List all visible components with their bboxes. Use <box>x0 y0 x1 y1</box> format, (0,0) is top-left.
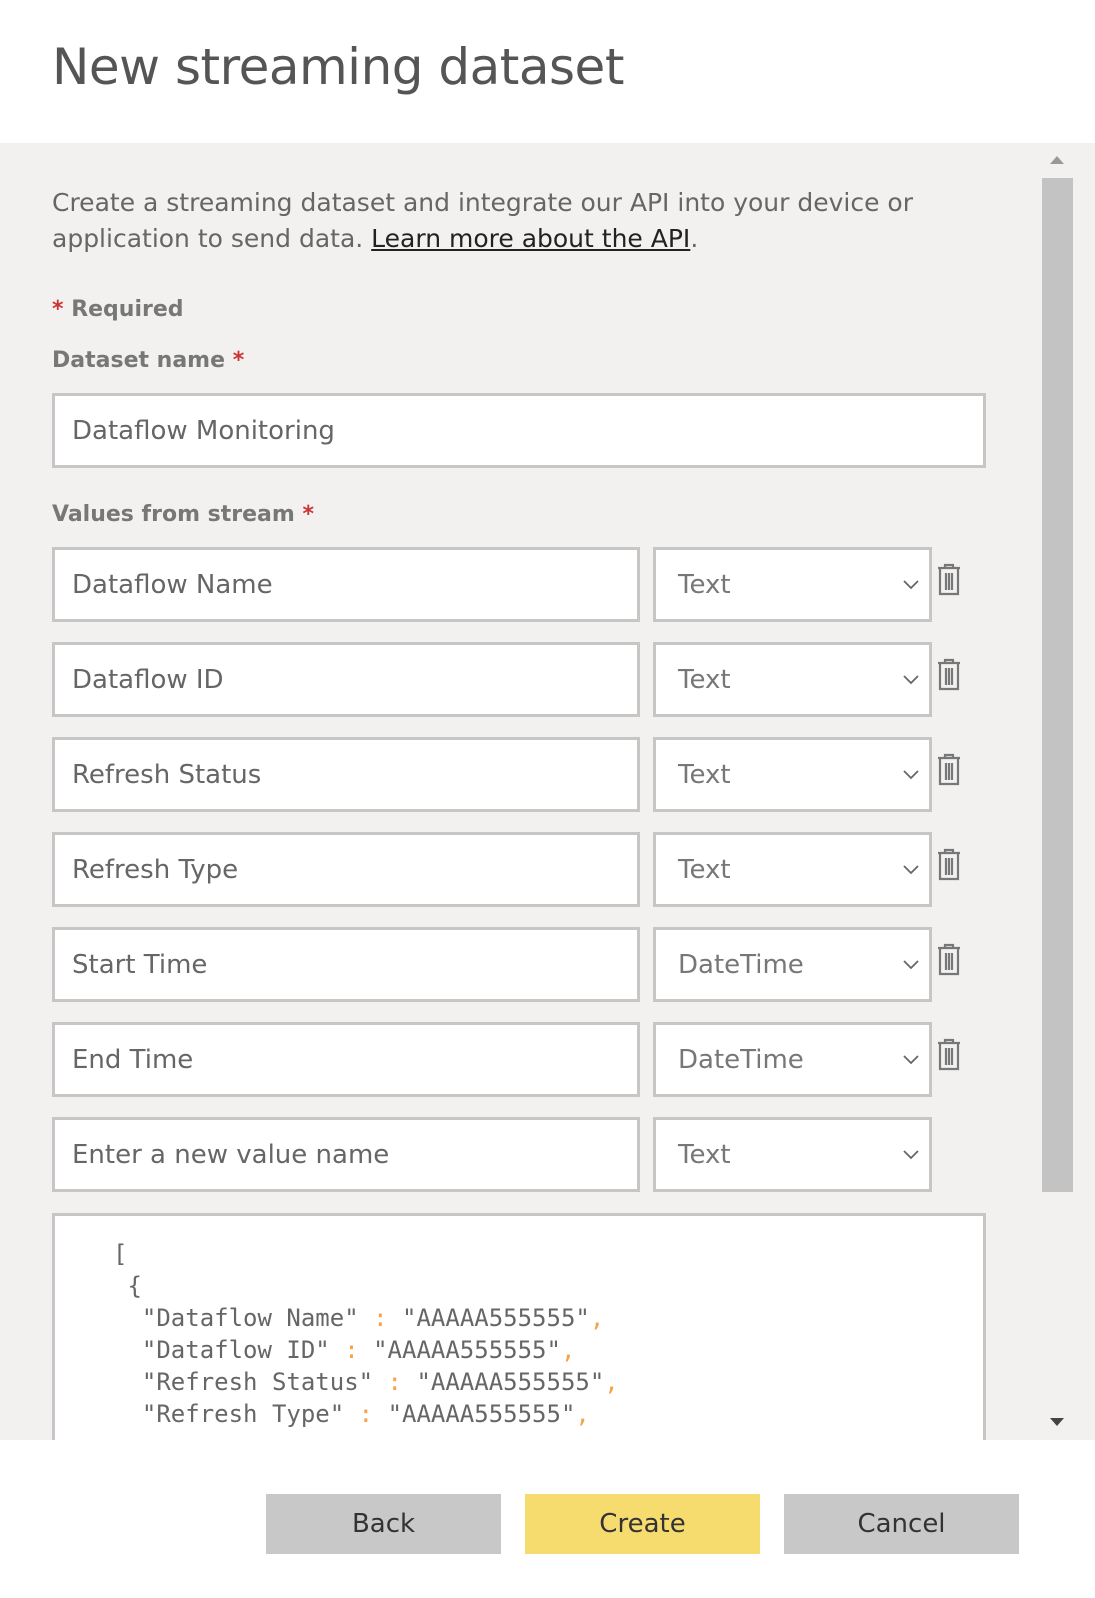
learn-more-link[interactable]: Learn more about the API <box>371 224 690 253</box>
create-button[interactable]: Create <box>525 1494 760 1554</box>
new-value-name-input[interactable]: Enter a new value name <box>52 1117 640 1192</box>
trash-icon[interactable] <box>935 563 963 597</box>
dataset-name-label: Dataset name * <box>52 348 245 373</box>
value-name-input[interactable]: End Time <box>52 1022 640 1097</box>
trash-icon[interactable] <box>935 1038 963 1072</box>
chevron-down-icon <box>903 1055 919 1065</box>
chevron-down-icon <box>903 770 919 780</box>
dialog-footer: Back Create Cancel <box>0 1440 1095 1598</box>
chevron-down-icon <box>903 1150 919 1160</box>
value-name-input[interactable]: Refresh Type <box>52 832 640 907</box>
code-line: "Dataflow ID" : "AAAAA555555", <box>141 1336 576 1364</box>
value-name-input[interactable]: Start Time <box>52 927 640 1002</box>
trash-icon[interactable] <box>935 753 963 787</box>
value-name-input[interactable]: Refresh Status <box>52 737 640 812</box>
scrollbar-thumb[interactable] <box>1042 178 1073 1192</box>
scroll-down-arrow-icon[interactable] <box>1050 1418 1064 1426</box>
dialog-header: New streaming dataset <box>0 0 1095 143</box>
value-type-select[interactable]: Text <box>653 642 932 717</box>
chevron-down-icon <box>903 580 919 590</box>
code-line: [ <box>113 1240 128 1268</box>
page-title: New streaming dataset <box>52 38 624 96</box>
scroll-up-arrow-icon[interactable] <box>1050 156 1064 164</box>
description: Create a streaming dataset and integrate… <box>52 188 914 253</box>
value-name-input[interactable]: Dataflow ID <box>52 642 640 717</box>
value-type-select[interactable]: Text <box>653 737 932 812</box>
value-name-input[interactable]: Dataflow Name <box>52 547 640 622</box>
code-line: { <box>113 1272 142 1300</box>
value-type-select[interactable]: Text <box>653 832 932 907</box>
value-type-select[interactable]: DateTime <box>653 927 932 1002</box>
trash-icon[interactable] <box>935 848 963 882</box>
cancel-button[interactable]: Cancel <box>784 1494 1019 1554</box>
chevron-down-icon <box>903 960 919 970</box>
required-note: * Required <box>52 297 184 322</box>
code-line: "Refresh Status" : "AAAAA555555", <box>141 1368 619 1396</box>
dialog-body: Create a streaming dataset and integrate… <box>0 143 1095 1440</box>
code-line: "Dataflow Name" : "AAAAA555555", <box>141 1304 605 1332</box>
value-type-select[interactable]: Text <box>653 547 932 622</box>
trash-icon[interactable] <box>935 943 963 977</box>
chevron-down-icon <box>903 865 919 875</box>
dataset-name-input[interactable]: Dataflow Monitoring <box>52 393 986 468</box>
chevron-down-icon <box>903 675 919 685</box>
back-button[interactable]: Back <box>266 1494 501 1554</box>
json-preview[interactable]: [ { "Dataflow Name" : "AAAAA555555", "Da… <box>52 1213 986 1440</box>
value-type-select[interactable]: DateTime <box>653 1022 932 1097</box>
trash-icon[interactable] <box>935 658 963 692</box>
code-line: "Refresh Type" : "AAAAA555555", <box>141 1400 590 1428</box>
new-value-type-select[interactable]: Text <box>653 1117 932 1192</box>
values-from-stream-label: Values from stream * <box>52 502 315 527</box>
